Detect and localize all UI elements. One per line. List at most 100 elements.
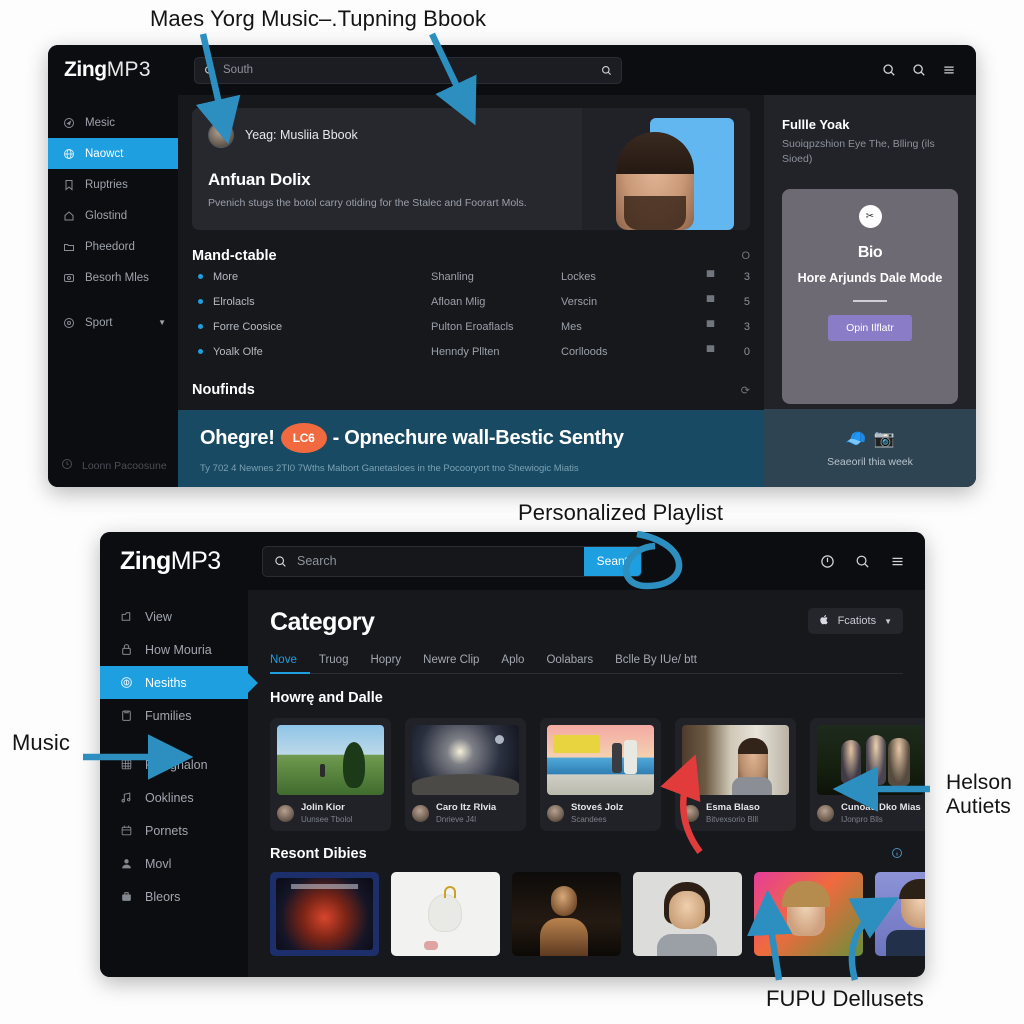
sidebar-item-mesic[interactable]: Mesic (48, 107, 178, 138)
app-logo[interactable]: ZingMP3 (120, 547, 262, 576)
list-item[interactable]: Esma Blaso Bitvexsorio Blll (675, 718, 796, 832)
list-item[interactable]: Cunoao Dko Mias IJonpro Blls (810, 718, 925, 832)
sidebar-item-pornets[interactable]: Pornets (100, 814, 248, 847)
card-grid: Jolin Kior Uunsee Tbolol Caro Itz Rlvia (270, 718, 925, 832)
promo-logo: Bio (857, 244, 883, 262)
sidebar-item-fumilies[interactable]: Fumilies (100, 699, 248, 732)
flag-icon[interactable] (706, 319, 732, 334)
sidebar-item-ruptries[interactable]: Ruptries (48, 169, 178, 200)
sidebar-item-label: View (145, 609, 172, 624)
block1-title: Howrę and Dalle (270, 690, 383, 706)
promo-banner[interactable]: Ohegre! LC6 - Opnechure wall-Bestic Sent… (178, 410, 764, 487)
window1-sidebar: Mesic Naowct Ruptries Glostind Pheedord … (48, 95, 178, 487)
sidebar-item-label: How Mouria (145, 642, 212, 657)
flag-icon[interactable] (706, 344, 732, 359)
flag-icon[interactable] (706, 294, 732, 309)
list-item[interactable] (391, 872, 500, 957)
list-item[interactable] (270, 872, 379, 957)
sidebar-item-movl[interactable]: Movl (100, 847, 248, 880)
sidebar-item-ooklines[interactable]: Ooklines (100, 781, 248, 814)
section2-action[interactable]: ⟳ (741, 384, 750, 397)
list-item[interactable]: Jolin Kior Uunsee Tbolol (270, 718, 391, 832)
list-item[interactable] (633, 872, 742, 957)
power-icon[interactable] (820, 554, 835, 569)
sidebar-item-nesiths[interactable]: Nesiths (100, 666, 248, 699)
search-icon[interactable] (882, 63, 896, 77)
search-button[interactable]: Seant (583, 546, 641, 576)
hero-portrait-beard (624, 196, 686, 230)
promo-banner-heading-post: - Opnechure wall-Bestic Senthy (332, 426, 624, 449)
globe-icon (61, 148, 76, 160)
table-row[interactable]: More Shanling Lockes 3 (192, 264, 750, 289)
promo-open-button[interactable]: Opin Ilflatr (828, 315, 912, 342)
search-input[interactable]: South (223, 64, 593, 76)
sidebar-item-naowct[interactable]: Naowct (48, 138, 178, 169)
list-item[interactable] (875, 872, 925, 957)
tab-bclle-by[interactable]: Bclle By IUe/ btt (615, 654, 697, 666)
table-cell-count: 0 (743, 345, 750, 358)
flag-icon[interactable] (706, 269, 732, 284)
search-submit-icon[interactable] (601, 65, 612, 76)
search-icon (274, 555, 287, 568)
avatar (547, 804, 564, 822)
table-cell-c: Corlloods (561, 345, 608, 358)
sidebar-item-how-mouria[interactable]: How Mouria (100, 633, 248, 666)
table-header: Mand-ctable O (192, 248, 750, 264)
search-input[interactable]: Search (297, 554, 337, 568)
table-cell-count: 3 (743, 270, 750, 283)
table-cell-c: Verscin (561, 295, 598, 308)
info-icon[interactable] (891, 847, 903, 862)
search-bar[interactable]: Search Seant (262, 545, 642, 577)
sidebar-item-bleors[interactable]: Bleors (100, 880, 248, 913)
cap-icon: 🧢 (845, 428, 867, 448)
list-item[interactable] (512, 872, 621, 957)
list-item[interactable] (754, 872, 863, 957)
category-tabs: Nove Truog Hopry Newre Clip Aplo Oolabar… (270, 654, 903, 674)
tab-nove[interactable]: Nove (270, 654, 297, 666)
window2-sidebar: View How Mouria Nesiths Fumilies Pleagna… (100, 590, 248, 977)
table-row[interactable]: Forre Coosice Pulton Eroaflacls Mes 3 (192, 314, 750, 339)
sidebar-item-label: Movl (145, 856, 172, 871)
promo-banner-heading-pre: Ohegre! (200, 426, 275, 449)
search-icon[interactable] (912, 63, 926, 77)
card-name: Stoveś Jolz (571, 802, 624, 813)
list-item[interactable]: Stoveś Jolz Scandees (540, 718, 661, 832)
chevron-down-icon[interactable]: ▼ (158, 318, 166, 327)
search-bar[interactable]: South (194, 56, 622, 84)
sidebar-item-glostind[interactable]: Glostind (48, 200, 178, 231)
sidebar-footer[interactable]: Loonn Pacoosune (48, 458, 178, 487)
tab-aplo[interactable]: Aplo (501, 654, 524, 666)
menu-icon[interactable] (942, 63, 956, 77)
clock-icon (61, 458, 73, 473)
card-meta: Cunoao Dko Mias IJonpro Blls (817, 802, 924, 824)
sidebar-item-pheedord[interactable]: Pheedord (48, 231, 178, 262)
card-thumbnail (817, 725, 924, 795)
sidebar-item-sport[interactable]: Sport ▼ (48, 307, 178, 338)
tab-truog[interactable]: Truog (319, 654, 349, 666)
filter-button[interactable]: Fcatiots ▼ (807, 608, 903, 634)
table-action[interactable]: O (741, 250, 750, 262)
list-item[interactable]: Caro Itz Rlvia Dnrieve J4l (405, 718, 526, 832)
annotation-music-label: Music (12, 730, 70, 755)
table-row[interactable]: Elrolacls Afloan Mlig Verscin 5 (192, 289, 750, 314)
table-cell-name: Forre Coosice (213, 320, 283, 333)
sidebar-item-pleagnalon[interactable]: Pleagnalon (100, 748, 248, 781)
table-row[interactable]: Yoalk Olfe Henndy Pllten Corlloods 0 (192, 339, 750, 364)
promo-card[interactable]: ✂ Bio Hore Arjunds Dale Mode Opin Ilflat… (782, 189, 958, 405)
sidebar-item-label: Naowct (85, 147, 124, 160)
table-cell-count: 5 (743, 295, 750, 308)
sidebar-item-view[interactable]: View (100, 600, 248, 633)
card-desc: Bitvexsorio Blll (706, 815, 759, 825)
tab-hopry[interactable]: Hopry (370, 654, 401, 666)
search-icon[interactable] (855, 554, 870, 569)
tab-newre-clip[interactable]: Newre Clip (423, 654, 479, 666)
recent-strip (270, 872, 925, 957)
card-thumbnail (412, 725, 519, 795)
right-panel-footer-emojis: 🧢 📷 (845, 429, 894, 449)
card-meta: Caro Itz Rlvia Dnrieve J4l (412, 802, 519, 824)
menu-icon[interactable] (890, 554, 905, 569)
section2-header: Noufinds ⟳ (192, 382, 750, 398)
tab-oolabars[interactable]: Oolabars (546, 654, 593, 666)
sidebar-item-besorh-mles[interactable]: Besorh Mles (48, 262, 178, 293)
app-logo[interactable]: ZingMP3 (64, 58, 180, 82)
